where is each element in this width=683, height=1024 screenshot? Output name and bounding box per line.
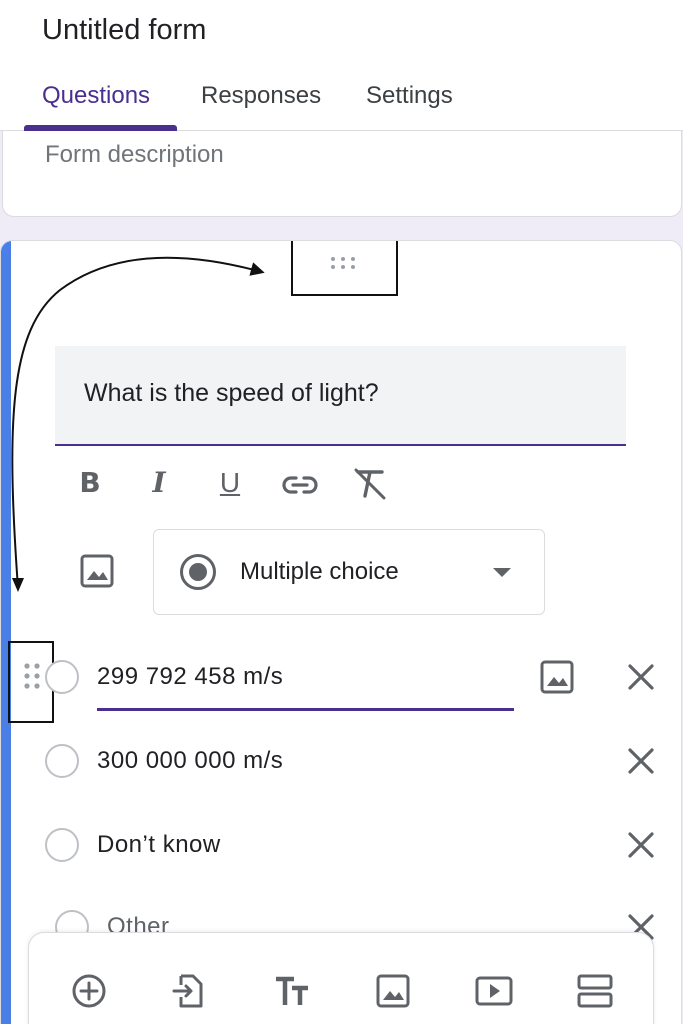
option-row: Don’t know — [1, 815, 681, 875]
app-header: Untitled form Questions Responses Settin… — [0, 0, 683, 131]
option-row: 300 000 000 m/s — [1, 731, 681, 791]
link-icon[interactable] — [280, 467, 320, 503]
option-radio — [45, 828, 79, 862]
remove-option-icon[interactable] — [623, 743, 659, 779]
add-image-icon[interactable] — [79, 553, 115, 589]
option-radio — [45, 744, 79, 778]
import-questions-icon[interactable] — [169, 971, 209, 1011]
drag-handle-horizontal-icon — [331, 257, 359, 271]
option-radio — [45, 660, 79, 694]
dropdown-arrow-icon — [493, 568, 511, 577]
question-drag-handle[interactable] — [291, 241, 398, 296]
option-input[interactable]: Don’t know — [97, 831, 221, 859]
form-description-input[interactable]: Form description — [45, 141, 224, 169]
add-video-icon[interactable] — [474, 971, 514, 1011]
add-option-image-icon[interactable] — [539, 659, 575, 695]
add-image-icon[interactable] — [373, 971, 413, 1011]
radio-button-checked-icon — [180, 554, 216, 590]
tab-settings[interactable]: Settings — [366, 82, 453, 110]
tab-responses[interactable]: Responses — [201, 82, 321, 110]
question-title-input[interactable]: What is the speed of light? — [55, 346, 626, 446]
tab-questions[interactable]: Questions — [42, 82, 150, 110]
remove-option-icon[interactable] — [623, 827, 659, 863]
add-title-icon[interactable] — [272, 971, 312, 1011]
question-type-dropdown[interactable]: Multiple choice — [153, 529, 545, 615]
italic-icon[interactable]: I — [142, 466, 176, 500]
question-type-label: Multiple choice — [240, 558, 399, 585]
underline-icon[interactable]: U — [213, 466, 247, 500]
option-input[interactable]: 299 792 458 m/s — [97, 663, 283, 691]
form-description-card: Form description — [2, 131, 682, 217]
remove-option-icon[interactable] — [623, 659, 659, 695]
option-input-underline — [97, 708, 514, 711]
clear-format-icon[interactable] — [351, 465, 389, 503]
bold-icon[interactable]: B — [73, 466, 107, 500]
add-section-icon[interactable] — [575, 971, 615, 1011]
add-question-icon[interactable] — [69, 971, 109, 1011]
bottom-toolbar — [28, 932, 654, 1024]
question-card: What is the speed of light? B I U Multip… — [0, 240, 682, 1024]
form-title[interactable]: Untitled form — [42, 14, 206, 47]
option-row: 299 792 458 m/s — [1, 647, 681, 711]
option-input[interactable]: 300 000 000 m/s — [97, 747, 283, 775]
question-title-text: What is the speed of light? — [84, 379, 379, 407]
